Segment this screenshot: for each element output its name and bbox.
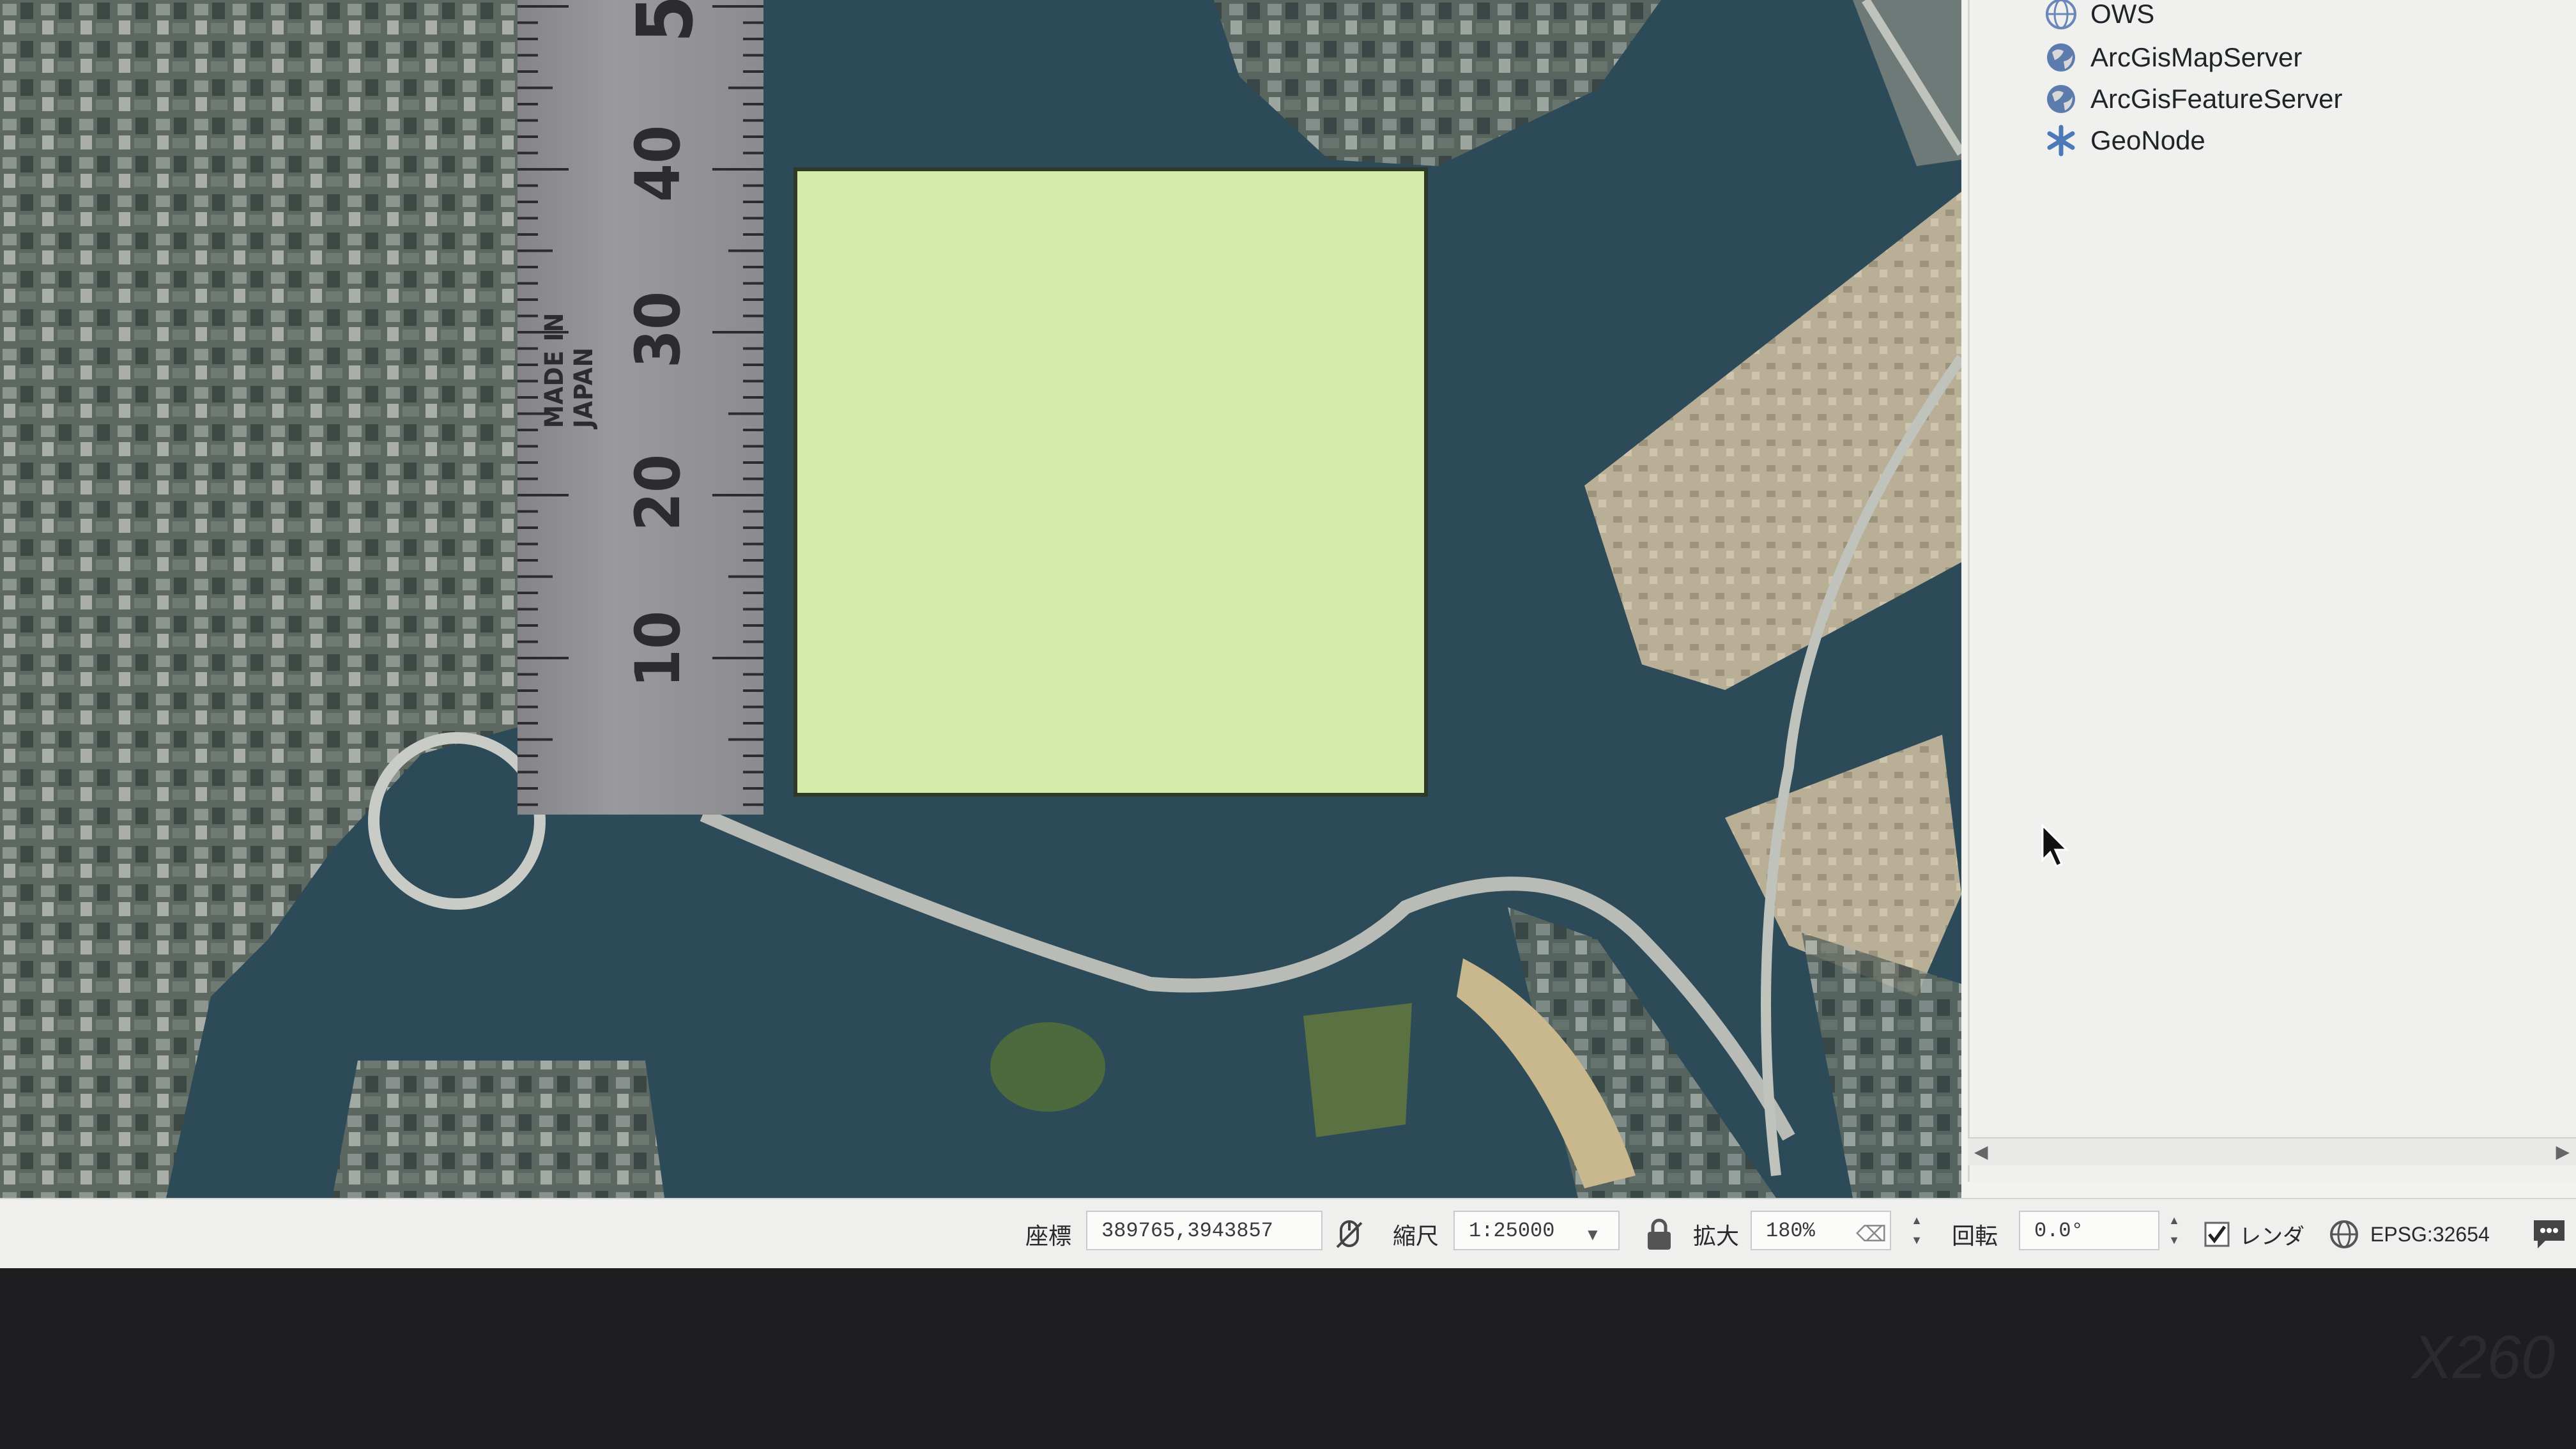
scroll-left-icon[interactable]: ◀: [1974, 1141, 1988, 1162]
screen: 5 40 30 20 10 MADE IN JAPAN OWS ArcGisMa…: [0, 0, 2576, 1268]
globe-icon: [2043, 81, 2079, 117]
browser-item-arcgismapserver[interactable]: ArcGisMapServer: [2043, 38, 2302, 77]
map-canvas[interactable]: 5 40 30 20 10 MADE IN JAPAN: [0, 0, 1961, 1198]
render-label: レンダ: [2239, 1224, 2304, 1249]
globe-outline-icon: [2043, 0, 2079, 32]
polygon-feature[interactable]: [793, 167, 1428, 797]
crs-label[interactable]: EPSG:32654: [2370, 1199, 2490, 1268]
coordinate-field[interactable]: 389765,3943857: [1086, 1211, 1322, 1250]
rotation-field[interactable]: 0.0°: [2019, 1211, 2159, 1250]
chevron-down-icon[interactable]: ▼: [1584, 1199, 1601, 1268]
browser-item-geonode[interactable]: GeoNode: [2043, 121, 2205, 160]
ruler-mark-5: 5: [622, 0, 711, 43]
messages-icon[interactable]: [2530, 1199, 2568, 1268]
crs-globe-icon[interactable]: [2329, 1199, 2359, 1268]
laptop-model-label: X260: [2412, 1323, 2556, 1392]
scale-label: 縮尺: [1393, 1223, 1439, 1249]
lock-icon[interactable]: [1645, 1199, 1673, 1268]
browser-panel: OWS ArcGisMapServer ArcGisFeatureServer …: [1968, 0, 2576, 1182]
horizontal-scrollbar[interactable]: ◀ ▶: [1968, 1137, 2576, 1165]
magnifier-spinner[interactable]: ▲ ▼: [1905, 1211, 1928, 1250]
render-checkbox[interactable]: [2204, 1199, 2230, 1268]
browser-item-ows[interactable]: OWS: [2043, 0, 2154, 33]
browser-item-arcgisfeatureserver[interactable]: ArcGisFeatureServer: [2043, 80, 2342, 118]
status-bar: 座標 389765,3943857 縮尺 1:25000 ▼ 拡大 180% ⌫…: [0, 1198, 2576, 1268]
mouse-cursor-icon: [2041, 824, 2069, 868]
rotation-label: 回転: [1952, 1223, 1998, 1249]
coordinate-label: 座標: [1025, 1223, 1072, 1249]
magnifier-label: 拡大: [1693, 1223, 1740, 1249]
ruler-mark-40: 40: [622, 125, 694, 203]
ruler-mark-30: 30: [622, 291, 694, 369]
rotation-spinner[interactable]: ▲ ▼: [2163, 1211, 2186, 1250]
ruler-mark-10: 10: [622, 610, 694, 688]
browser-item-label: ArcGisMapServer: [2090, 42, 2303, 72]
asterisk-icon: [2043, 123, 2079, 158]
mouse-toggle-icon[interactable]: [1332, 1199, 1368, 1268]
browser-item-label: OWS: [2090, 0, 2155, 29]
clear-icon[interactable]: ⌫: [1856, 1199, 1887, 1268]
globe-icon: [2043, 40, 2079, 75]
ruler-imprint: MADE IN JAPAN: [540, 312, 599, 428]
ruler-mark-20: 20: [622, 454, 694, 532]
browser-item-label: GeoNode: [2090, 125, 2205, 155]
scroll-right-icon[interactable]: ▶: [2556, 1141, 2570, 1162]
browser-item-label: ArcGisFeatureServer: [2090, 84, 2343, 114]
